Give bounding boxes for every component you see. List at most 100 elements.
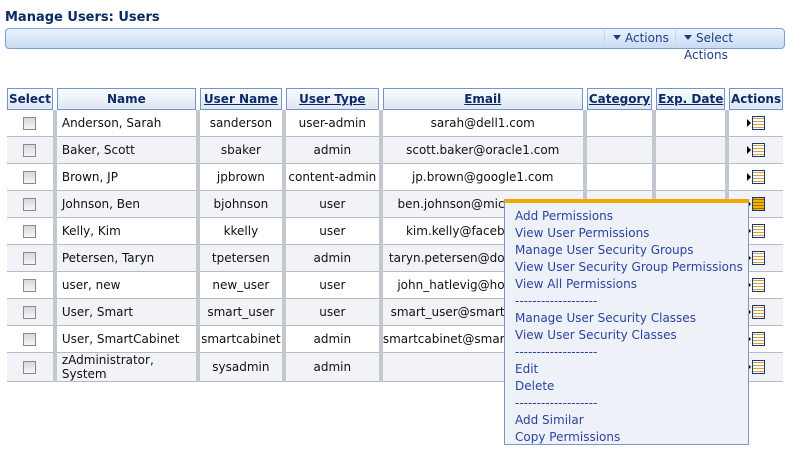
select-cell [7,353,53,382]
page-title: Manage Users: Users [5,10,160,25]
menu-item-manage-user-security-classes[interactable]: Manage User Security Classes [505,310,748,327]
menu-item-view-user-security-classes[interactable]: View User Security Classes [505,327,748,344]
toolbar: Actions Select Actions [5,28,785,62]
username-cell: bjohnson [199,191,282,218]
menu-item-copy-permissions[interactable]: Copy Permissions [505,429,748,446]
name-cell: Anderson, Sarah [56,110,196,137]
name-cell: Brown, JP [56,164,196,191]
menu-item-manage-user-security-groups[interactable]: Manage User Security Groups [505,242,748,259]
user-type-cell: user [285,218,379,245]
select-cell [7,191,53,218]
row-actions-menu-icon[interactable] [747,278,766,293]
actions-dropdown[interactable]: Actions [604,30,677,47]
menu-separator: ------------------- [515,345,598,359]
select-checkbox[interactable] [23,279,37,292]
header-exp-date[interactable]: Exp. Date [656,88,726,110]
menu-item-add-permissions[interactable]: Add Permissions [505,208,748,225]
select-actions-dropdown[interactable]: Select Actions [675,30,784,62]
header-user-type[interactable]: User Type [285,88,379,110]
select-checkbox[interactable] [23,306,37,319]
user-type-cell: user-admin [285,110,379,137]
select-checkbox[interactable] [23,252,37,265]
select-checkbox[interactable] [23,171,37,184]
menu-item-view-user-permissions[interactable]: View User Permissions [505,225,748,242]
username-cell: new_user [199,272,282,299]
menu-separator: ------------------- [515,294,598,308]
select-checkbox[interactable] [23,144,37,157]
row-actions-menu-icon[interactable] [747,197,766,212]
actions-cell [729,110,783,137]
user-type-cell: user [285,299,379,326]
select-cell [7,137,53,164]
row-actions-menu-icon[interactable] [747,143,766,158]
user-type-cell: admin [285,326,379,353]
name-cell: zAdministrator, System [56,353,196,382]
username-cell: kkelly [199,218,282,245]
menu-item-edit[interactable]: Edit [505,361,748,378]
exp-date-cell [656,137,726,164]
select-checkbox[interactable] [23,117,37,130]
select-cell [7,218,53,245]
email-cell: jp.brown@google1.com [382,164,583,191]
name-cell: User, Smart [56,299,196,326]
header-user-name[interactable]: User Name [199,88,282,110]
email-cell: sarah@dell1.com [382,110,583,137]
category-cell [586,137,653,164]
select-checkbox[interactable] [23,333,37,346]
category-cell [586,164,653,191]
user-type-cell: content-admin [285,164,379,191]
menu-item-add-similar[interactable]: Add Similar [505,412,748,429]
select-checkbox[interactable] [23,198,37,211]
username-cell: jpbrown [199,164,282,191]
select-cell [7,299,53,326]
menu-item-delete[interactable]: Delete [505,378,748,395]
username-cell: smartcabinet [199,326,282,353]
select-cell [7,164,53,191]
exp-date-cell [656,110,726,137]
username-cell: tpetersen [199,245,282,272]
select-cell [7,110,53,137]
exp-date-cell [656,164,726,191]
dropdown-arrow-icon [613,35,621,40]
username-cell: sanderson [199,110,282,137]
row-actions-menu-icon[interactable] [747,224,766,239]
menu-separator: ------------------- [515,396,598,410]
menu-item-view-all-permissions[interactable]: View All Permissions [505,276,748,293]
name-cell: Petersen, Taryn [56,245,196,272]
row-actions-menu-icon[interactable] [747,360,766,375]
name-cell: User, SmartCabinet [56,326,196,353]
actions-context-menu: Add Permissions View User Permissions Mana… [504,199,749,445]
header-name: Name [56,88,196,110]
table-row: Baker, Scott sbaker admin scott.baker@or… [7,137,783,164]
select-cell [7,326,53,353]
actions-label: Actions [625,31,669,45]
header-category[interactable]: Category [586,88,653,110]
table-row: Anderson, Sarah sanderson user-admin sar… [7,110,783,137]
category-cell [586,110,653,137]
header-select: Select [7,88,53,110]
username-cell: smart_user [199,299,282,326]
actions-cell [729,164,783,191]
username-cell: sbaker [199,137,282,164]
name-cell: Johnson, Ben [56,191,196,218]
row-actions-menu-icon[interactable] [747,332,766,347]
user-type-cell: admin [285,245,379,272]
actions-cell [729,137,783,164]
row-actions-menu-icon[interactable] [747,170,766,185]
user-type-cell: user [285,191,379,218]
menu-item-view-user-security-group-permissions[interactable]: View User Security Group Permissions [505,259,748,276]
dropdown-arrow-icon [684,35,692,40]
row-actions-menu-icon[interactable] [747,116,766,131]
select-checkbox[interactable] [23,361,37,374]
name-cell: user, new [56,272,196,299]
table-row: Brown, JP jpbrown content-admin jp.brown… [7,164,783,191]
select-checkbox[interactable] [23,225,37,238]
row-actions-menu-icon[interactable] [747,251,766,266]
row-actions-menu-icon[interactable] [747,305,766,320]
email-cell: scott.baker@oracle1.com [382,137,583,164]
header-email[interactable]: Email [382,88,583,110]
username-cell: sysadmin [199,353,282,382]
select-cell [7,272,53,299]
name-cell: Baker, Scott [56,137,196,164]
user-type-cell: admin [285,353,379,382]
